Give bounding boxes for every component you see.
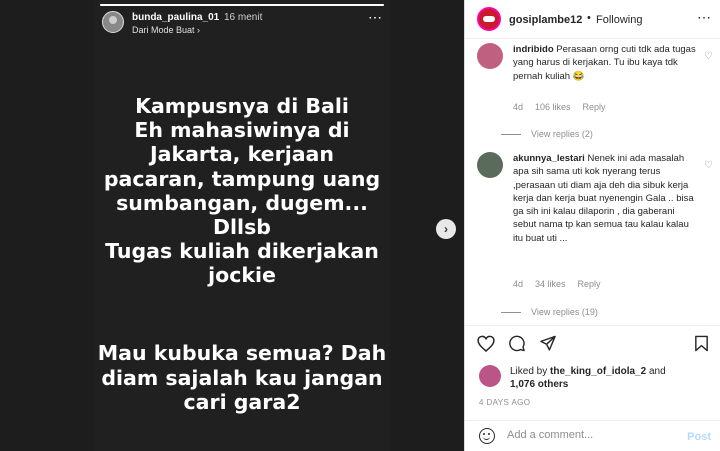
- comment-item: indribido Perasaan orng cuti tdk ada tug…: [477, 43, 713, 139]
- following-button[interactable]: Following: [596, 14, 642, 26]
- liker-username[interactable]: the_king_of_idola_2: [550, 366, 646, 377]
- story-progress-bar: [100, 4, 384, 6]
- reply-button[interactable]: Reply: [578, 279, 601, 289]
- reply-button[interactable]: Reply: [583, 102, 606, 112]
- likes-summary: Liked by the_king_of_idola_2 and 1,076 o…: [465, 361, 720, 395]
- comment-meta: 4d 34 likes Reply: [513, 279, 613, 289]
- add-comment-bar: Post: [465, 420, 720, 451]
- view-replies-button[interactable]: View replies (19): [529, 307, 598, 317]
- story-image-panel: bunda_paulina_01 16 menit Dari Mode Buat…: [0, 0, 464, 451]
- post-sidebar: gosiplambe12 • Following ⋯ indribido Per…: [464, 0, 720, 451]
- story-frame: bunda_paulina_01 16 menit Dari Mode Buat…: [94, 0, 390, 451]
- comment-text: indribido Perasaan orng cuti tdk ada tug…: [513, 44, 696, 82]
- next-slide-button[interactable]: ›: [436, 219, 456, 239]
- commenter-avatar[interactable]: [477, 152, 503, 178]
- commenter-username[interactable]: indribido: [513, 44, 554, 55]
- comment-age: 4d: [513, 279, 524, 289]
- comment-icon[interactable]: [508, 335, 526, 355]
- comment-item: akunnya_lestari Nenek ini ada masalah ap…: [477, 152, 713, 322]
- comments-list[interactable]: indribido Perasaan orng cuti tdk ada tug…: [465, 39, 720, 325]
- likes-count[interactable]: 1,076 others: [510, 379, 568, 390]
- comment-input[interactable]: [507, 429, 677, 441]
- heart-icon[interactable]: [477, 335, 495, 355]
- post-comment-button[interactable]: Post: [687, 431, 711, 443]
- story-text-secondary: Mau kubuka semua? Dah diam sajalah kau j…: [97, 341, 387, 414]
- commenter-username[interactable]: akunnya_lestari: [513, 153, 585, 164]
- story-avatar: [102, 11, 124, 33]
- story-header: bunda_paulina_01 16 menit Dari Mode Buat…: [102, 10, 382, 36]
- post-date: 4 DAYS AGO: [479, 398, 531, 407]
- comment-like-icon[interactable]: ♡: [704, 51, 713, 62]
- carousel-dots: [136, 444, 146, 451]
- post-header: gosiplambe12 • Following ⋯: [465, 0, 720, 39]
- separator-dot: •: [587, 12, 591, 24]
- likes-text: Liked by the_king_of_idola_2 and 1,076 o…: [510, 366, 666, 390]
- post-author-username[interactable]: gosiplambe12: [509, 14, 582, 26]
- comment-likes[interactable]: 106 likes: [535, 102, 571, 112]
- emoji-icon[interactable]: [479, 428, 495, 444]
- bookmark-icon[interactable]: [694, 335, 709, 355]
- story-time: 16 menit: [224, 12, 263, 23]
- comment-text: akunnya_lestari Nenek ini ada masalah ap…: [513, 153, 694, 244]
- comment-meta: 4d 106 likes Reply: [513, 102, 618, 112]
- liker-avatar[interactable]: [479, 365, 501, 387]
- comment-age: 4d: [513, 102, 524, 112]
- comment-like-icon[interactable]: ♡: [704, 160, 713, 171]
- story-subtitle: Dari Mode Buat ›: [132, 25, 201, 35]
- share-icon[interactable]: [539, 335, 557, 355]
- story-text-main: Kampusnya di Bali Eh mahasiwinya di Jaka…: [103, 94, 381, 288]
- chevron-right-icon: ›: [197, 25, 201, 35]
- post-actions-bar: [465, 325, 720, 361]
- story-username: bunda_paulina_01: [132, 12, 220, 23]
- more-options-icon[interactable]: ⋯: [697, 9, 711, 26]
- commenter-avatar[interactable]: [477, 43, 503, 69]
- comment-likes[interactable]: 34 likes: [535, 279, 566, 289]
- story-more-icon: ⋯: [368, 9, 382, 25]
- view-replies-button[interactable]: View replies (2): [529, 129, 593, 139]
- post-author-avatar[interactable]: [477, 7, 501, 31]
